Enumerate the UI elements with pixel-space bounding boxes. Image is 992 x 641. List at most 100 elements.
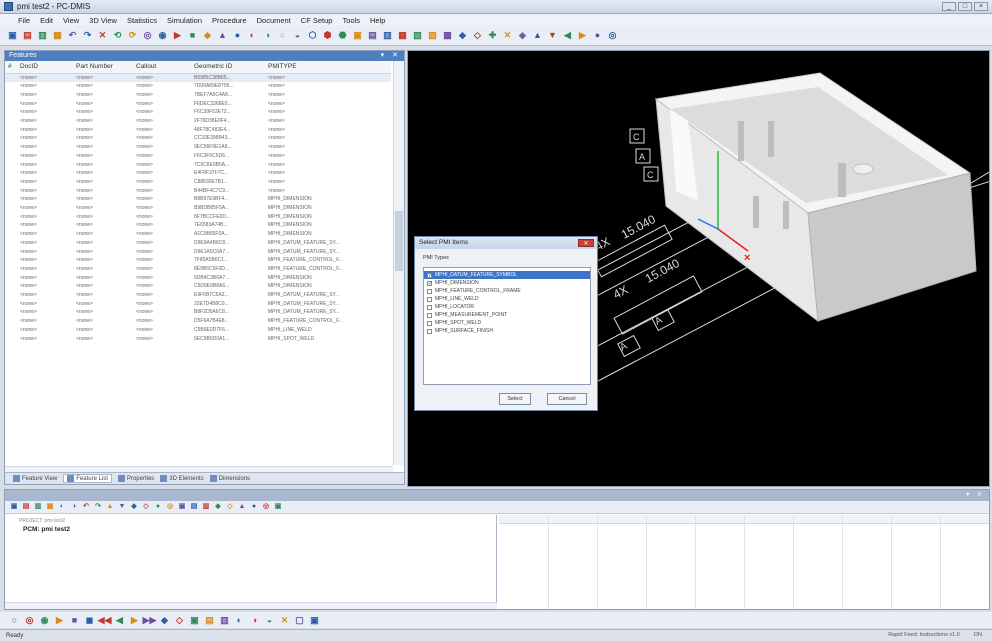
toolbar-icon-31[interactable]: ◆ xyxy=(456,29,469,42)
tab-3d-elements[interactable]: 3D Elements xyxy=(160,475,204,482)
tab-feature-list[interactable]: Feature List xyxy=(63,474,112,483)
pmi-type-item[interactable]: MPHI_FEATURE_CONTROL_FRAME xyxy=(424,287,590,295)
bottom-toolbar-icon-7[interactable]: ◀◀ xyxy=(98,614,112,627)
toolbar-icon-1[interactable]: ▣ xyxy=(6,29,19,42)
pmi-type-checkbox[interactable] xyxy=(427,320,432,326)
pmi-types-list[interactable]: ✓ MPHI_DATUM_FEATURE_SYMBOL ✓ MPHI_DIMENSIO… xyxy=(423,267,591,385)
pmi-type-item[interactable]: MPHI_SPOT_WELD xyxy=(424,319,590,327)
edit-toolbar-icon-19[interactable]: ◇ xyxy=(225,502,235,512)
toolbar-icon-36[interactable]: ▲ xyxy=(531,29,544,42)
menu-item-file[interactable]: File xyxy=(18,16,30,25)
toolbar-icon-14[interactable]: ◆ xyxy=(201,29,214,42)
toolbar-icon-19[interactable]: ○ xyxy=(276,29,289,42)
toolbar-icon-8[interactable]: ⟲ xyxy=(111,29,124,42)
close-button[interactable]: × xyxy=(974,2,988,11)
column-header[interactable]: PMITYPE xyxy=(265,61,391,74)
tab-properties[interactable]: Properties xyxy=(117,475,154,482)
pmi-type-item[interactable]: ✓ MPHI_DATUM_FEATURE_SYMBOL xyxy=(424,271,590,279)
toolbar-icon-18[interactable]: ◑ xyxy=(261,29,274,42)
edit-toolbar-icon-11[interactable]: ◆ xyxy=(129,502,139,512)
column-header[interactable]: Geometric ID xyxy=(191,61,265,74)
toolbar-icon-11[interactable]: ◉ xyxy=(156,29,169,42)
toolbar-icon-40[interactable]: ● xyxy=(591,29,604,42)
bottom-toolbar-icon-6[interactable]: ◼ xyxy=(83,614,96,627)
toolbar-icon-7[interactable]: ✕ xyxy=(96,29,109,42)
toolbar-icon-16[interactable]: ● xyxy=(231,29,244,42)
toolbar-icon-15[interactable]: ▲ xyxy=(216,29,229,42)
table-row[interactable]: <none> <none> <none> C5B9E0D7F6... MPHI_LINE… xyxy=(5,326,391,335)
column-header[interactable]: Part Number xyxy=(73,61,133,74)
pmi-type-item[interactable]: ✓ MPHI_DIMENSION xyxy=(424,279,590,287)
table-row[interactable]: <none> <none> <none> E4F8F37F7C... <none> xyxy=(5,169,391,178)
toolbar-icon-26[interactable]: ▥ xyxy=(381,29,394,42)
edit-horizontal-scrollbar[interactable] xyxy=(5,602,497,609)
bottom-toolbar-icon-17[interactable]: ◑ xyxy=(248,614,261,627)
toolbar-icon-3[interactable]: ▥ xyxy=(36,29,49,42)
edit-toolbar-icon-13[interactable]: ● xyxy=(153,502,163,512)
menu-item-cf-setup[interactable]: CF Setup xyxy=(301,16,333,25)
table-row[interactable]: <none> <none> <none> 7F85A5B6C1... MPHI_FEAT… xyxy=(5,256,391,265)
bottom-toolbar-icon-11[interactable]: ◆ xyxy=(158,614,171,627)
edit-toolbar-icon-6[interactable]: ◑ xyxy=(69,502,79,512)
table-row[interactable]: <none> <none> <none> D5F6A7B4E8... MPHI_FEAT… xyxy=(5,317,391,326)
panel-controls[interactable]: ▾ ✕ xyxy=(381,51,401,61)
bottom-toolbar-icon-8[interactable]: ◀ xyxy=(113,614,126,627)
bottom-toolbar-icon-10[interactable]: ▶▶ xyxy=(143,614,157,627)
menu-item-help[interactable]: Help xyxy=(370,16,385,25)
bottom-toolbar-icon-1[interactable]: ○ xyxy=(8,614,21,627)
pmi-type-checkbox[interactable] xyxy=(427,312,432,318)
column-header[interactable]: DocID xyxy=(17,61,73,74)
bottom-toolbar-icon-4[interactable]: ▶ xyxy=(53,614,66,627)
pmi-type-item[interactable]: MPHI_LINE_WELD xyxy=(424,295,590,303)
pmi-type-item[interactable]: MPHI_LOCATOR xyxy=(424,303,590,311)
toolbar-icon-28[interactable]: ▧ xyxy=(411,29,424,42)
bottom-toolbar-icon-19[interactable]: ✕ xyxy=(278,614,291,627)
edit-toolbar-icon-8[interactable]: ↷ xyxy=(93,502,103,512)
menu-item-procedure[interactable]: Procedure xyxy=(212,16,247,25)
table-row[interactable]: <none> <none> <none> F6DEC3368E5... <none> xyxy=(5,100,391,109)
table-row[interactable]: <none> <none> <none> 7BEF7A5C4A8... <none> xyxy=(5,91,391,100)
vertical-scrollbar[interactable] xyxy=(393,61,404,465)
table-row[interactable]: <none> <none> <none> 2F76D38E0F4... <none> xyxy=(5,117,391,126)
toolbar-icon-17[interactable]: ◐ xyxy=(246,29,259,42)
toolbar-icon-30[interactable]: ▩ xyxy=(441,29,454,42)
bottom-toolbar-icon-20[interactable]: ▢ xyxy=(293,614,306,627)
toolbar-icon-25[interactable]: ▤ xyxy=(366,29,379,42)
toolbar-icon-23[interactable]: ⬣ xyxy=(336,29,349,42)
table-row[interactable]: <none> <none> <none> 5EC9B6D0A1... MPHI_SPOT… xyxy=(5,335,391,344)
edit-line[interactable]: PCM: pmi test2 xyxy=(5,524,496,533)
bottom-toolbar-icon-12[interactable]: ◇ xyxy=(173,614,186,627)
pmi-type-item[interactable]: MPHI_SURFACE_FINISH xyxy=(424,327,590,335)
edit-toolbar-icon-2[interactable]: ▤ xyxy=(21,502,31,512)
edit-toolbar-icon-1[interactable]: ▣ xyxy=(9,502,19,512)
table-row[interactable]: <none> <none> <none> D9E9A4B6C8... MPHI_DATU… xyxy=(5,239,391,248)
menu-item-simulation[interactable]: Simulation xyxy=(167,16,202,25)
table-row[interactable]: <none> <none> <none> 32E7D4B8C0... MPHI_DATU… xyxy=(5,300,391,309)
maximize-button[interactable]: □ xyxy=(958,2,972,11)
toolbar-icon-39[interactable]: ▶ xyxy=(576,29,589,42)
table-row[interactable]: <none> <none> <none> 7D09A89E8705... <none> xyxy=(5,82,391,91)
toolbar-icon-33[interactable]: ✚ xyxy=(486,29,499,42)
bottom-toolbar-icon-5[interactable]: ■ xyxy=(68,614,81,627)
table-row[interactable]: <none> <none> <none> 8F7BCCFE0D... MPHI_DIME… xyxy=(5,213,391,222)
pmi-type-item[interactable]: MPHI_MEASUREMENT_POINT xyxy=(424,311,590,319)
edit-toolbar-icon-15[interactable]: ▣ xyxy=(177,502,187,512)
toolbar-icon-29[interactable]: ▨ xyxy=(426,29,439,42)
edit-window[interactable]: PROJECT: pmi test2 PCM: pmi test2 xyxy=(5,515,497,609)
table-row[interactable]: <none> <none> <none> 8E9B6C5F0D... MPHI_FEAT… xyxy=(5,265,391,274)
toolbar-icon-24[interactable]: ▣ xyxy=(351,29,364,42)
table-row[interactable]: <none> <none> <none> B9BDB85F5A... MPHI_DIME… xyxy=(5,204,391,213)
menu-item-3d-view[interactable]: 3D View xyxy=(89,16,117,25)
menu-item-view[interactable]: View xyxy=(63,16,79,25)
edit-toolbar-icon-20[interactable]: ▲ xyxy=(237,502,247,512)
bottom-toolbar-icon-13[interactable]: ▣ xyxy=(188,614,201,627)
toolbar-icon-5[interactable]: ↶ xyxy=(66,29,79,42)
minimize-button[interactable]: _ xyxy=(942,2,956,11)
table-row[interactable]: <none> <none> <none> B8F2D5A6C8... MPHI_DATU… xyxy=(5,308,391,317)
toolbar-icon-20[interactable]: ◒ xyxy=(291,29,304,42)
toolbar-icon-4[interactable]: ▦ xyxy=(51,29,64,42)
select-button[interactable]: Select xyxy=(499,393,531,405)
column-header[interactable]: # xyxy=(5,61,17,74)
table-row[interactable]: <none> <none> <none> C5D9E0B8A6... MPHI_DIME… xyxy=(5,282,391,291)
column-header[interactable]: Callout xyxy=(133,61,191,74)
